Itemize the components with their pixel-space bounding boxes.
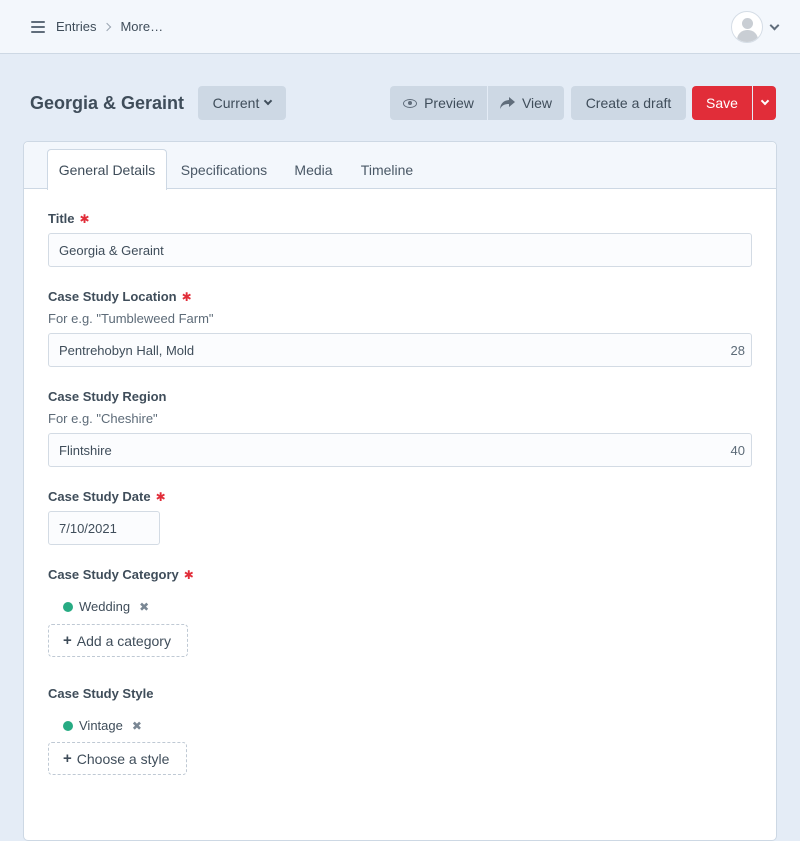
save-button[interactable]: Save: [692, 86, 752, 120]
avatar: [731, 11, 763, 43]
location-value: Pentrehobyn Hall, Mold: [59, 342, 195, 358]
chevron-down-icon: [769, 20, 780, 30]
required-asterisk-icon: ✱: [79, 212, 90, 226]
plus-icon: +: [63, 750, 72, 767]
category-label-text: Case Study Category: [48, 567, 179, 582]
tab-media[interactable]: Media: [286, 149, 341, 190]
eye-icon: [403, 98, 418, 108]
save-options-button[interactable]: [753, 86, 776, 120]
entry-form-card: General Details Specifications Media Tim…: [23, 141, 777, 841]
remove-icon[interactable]: ✖: [132, 719, 142, 733]
required-asterisk-icon: ✱: [183, 568, 194, 582]
region-hint: For e.g. "Cheshire": [48, 411, 158, 426]
menu-icon[interactable]: [31, 21, 45, 33]
status-dot-icon: [63, 601, 73, 612]
preview-label: Preview: [424, 95, 474, 111]
choose-style-button[interactable]: + Choose a style: [48, 742, 187, 775]
user-menu[interactable]: [731, 11, 780, 43]
required-asterisk-icon: ✱: [155, 490, 166, 504]
chevron-down-icon: [760, 96, 769, 106]
tab-bar: General Details Specifications Media Tim…: [24, 142, 776, 190]
location-label-text: Case Study Location: [48, 289, 177, 304]
region-value: Flintshire: [59, 442, 112, 458]
choose-style-label: Choose a style: [76, 750, 170, 767]
style-chip-label: Vintage: [79, 718, 123, 733]
tab-general-details[interactable]: General Details: [47, 149, 167, 190]
title-label-text: Title: [48, 211, 75, 226]
create-draft-button[interactable]: Create a draft: [571, 86, 686, 120]
date-label: Case Study Date ✱: [48, 489, 166, 504]
category-chip[interactable]: Wedding ✖: [63, 599, 149, 614]
create-draft-label: Create a draft: [585, 95, 672, 111]
style-chip[interactable]: Vintage ✖: [63, 718, 142, 733]
page-title: Georgia & Geraint: [30, 93, 185, 113]
region-label-text: Case Study Region: [48, 389, 167, 404]
revision-dropdown-button[interactable]: Current: [198, 86, 286, 120]
breadcrumb-entries[interactable]: Entries: [56, 19, 96, 34]
remove-icon[interactable]: ✖: [139, 600, 149, 614]
view-label: View: [521, 95, 553, 111]
location-input[interactable]: Pentrehobyn Hall, Mold 28: [48, 333, 752, 367]
status-dot-icon: [63, 720, 73, 731]
region-char-counter: 40: [730, 443, 745, 458]
title-input[interactable]: Georgia & Geraint: [48, 233, 752, 267]
tab-specifications[interactable]: Specifications: [174, 149, 274, 190]
preview-button[interactable]: Preview: [390, 86, 487, 120]
date-label-text: Case Study Date: [48, 489, 151, 504]
title-value: Georgia & Geraint: [59, 242, 164, 258]
location-char-counter: 28: [730, 343, 745, 358]
style-label-text: Case Study Style: [48, 686, 154, 701]
share-arrow-icon: [499, 97, 515, 109]
save-label: Save: [706, 95, 738, 111]
required-asterisk-icon: ✱: [181, 290, 192, 304]
top-bar: Entries More…: [0, 0, 800, 54]
region-label: Case Study Region: [48, 389, 166, 404]
breadcrumb: Entries More…: [56, 19, 163, 34]
chevron-down-icon: [264, 96, 273, 106]
chevron-right-icon: [103, 22, 112, 31]
breadcrumb-more[interactable]: More…: [120, 19, 163, 34]
plus-icon: +: [63, 632, 72, 649]
add-category-button[interactable]: + Add a category: [48, 624, 188, 657]
tab-timeline[interactable]: Timeline: [353, 149, 421, 190]
region-input[interactable]: Flintshire 40: [48, 433, 752, 467]
title-label: Title ✱: [48, 211, 90, 226]
add-category-label: Add a category: [76, 632, 171, 649]
style-label: Case Study Style: [48, 686, 154, 701]
category-chip-label: Wedding: [79, 599, 131, 614]
location-hint: For e.g. "Tumbleweed Farm": [48, 311, 214, 326]
location-label: Case Study Location ✱: [48, 289, 192, 304]
revision-label: Current: [212, 95, 260, 111]
view-button[interactable]: View: [488, 86, 564, 120]
category-label: Case Study Category ✱: [48, 567, 194, 582]
date-input[interactable]: 7/10/2021: [48, 511, 160, 545]
date-value: 7/10/2021: [59, 520, 117, 536]
